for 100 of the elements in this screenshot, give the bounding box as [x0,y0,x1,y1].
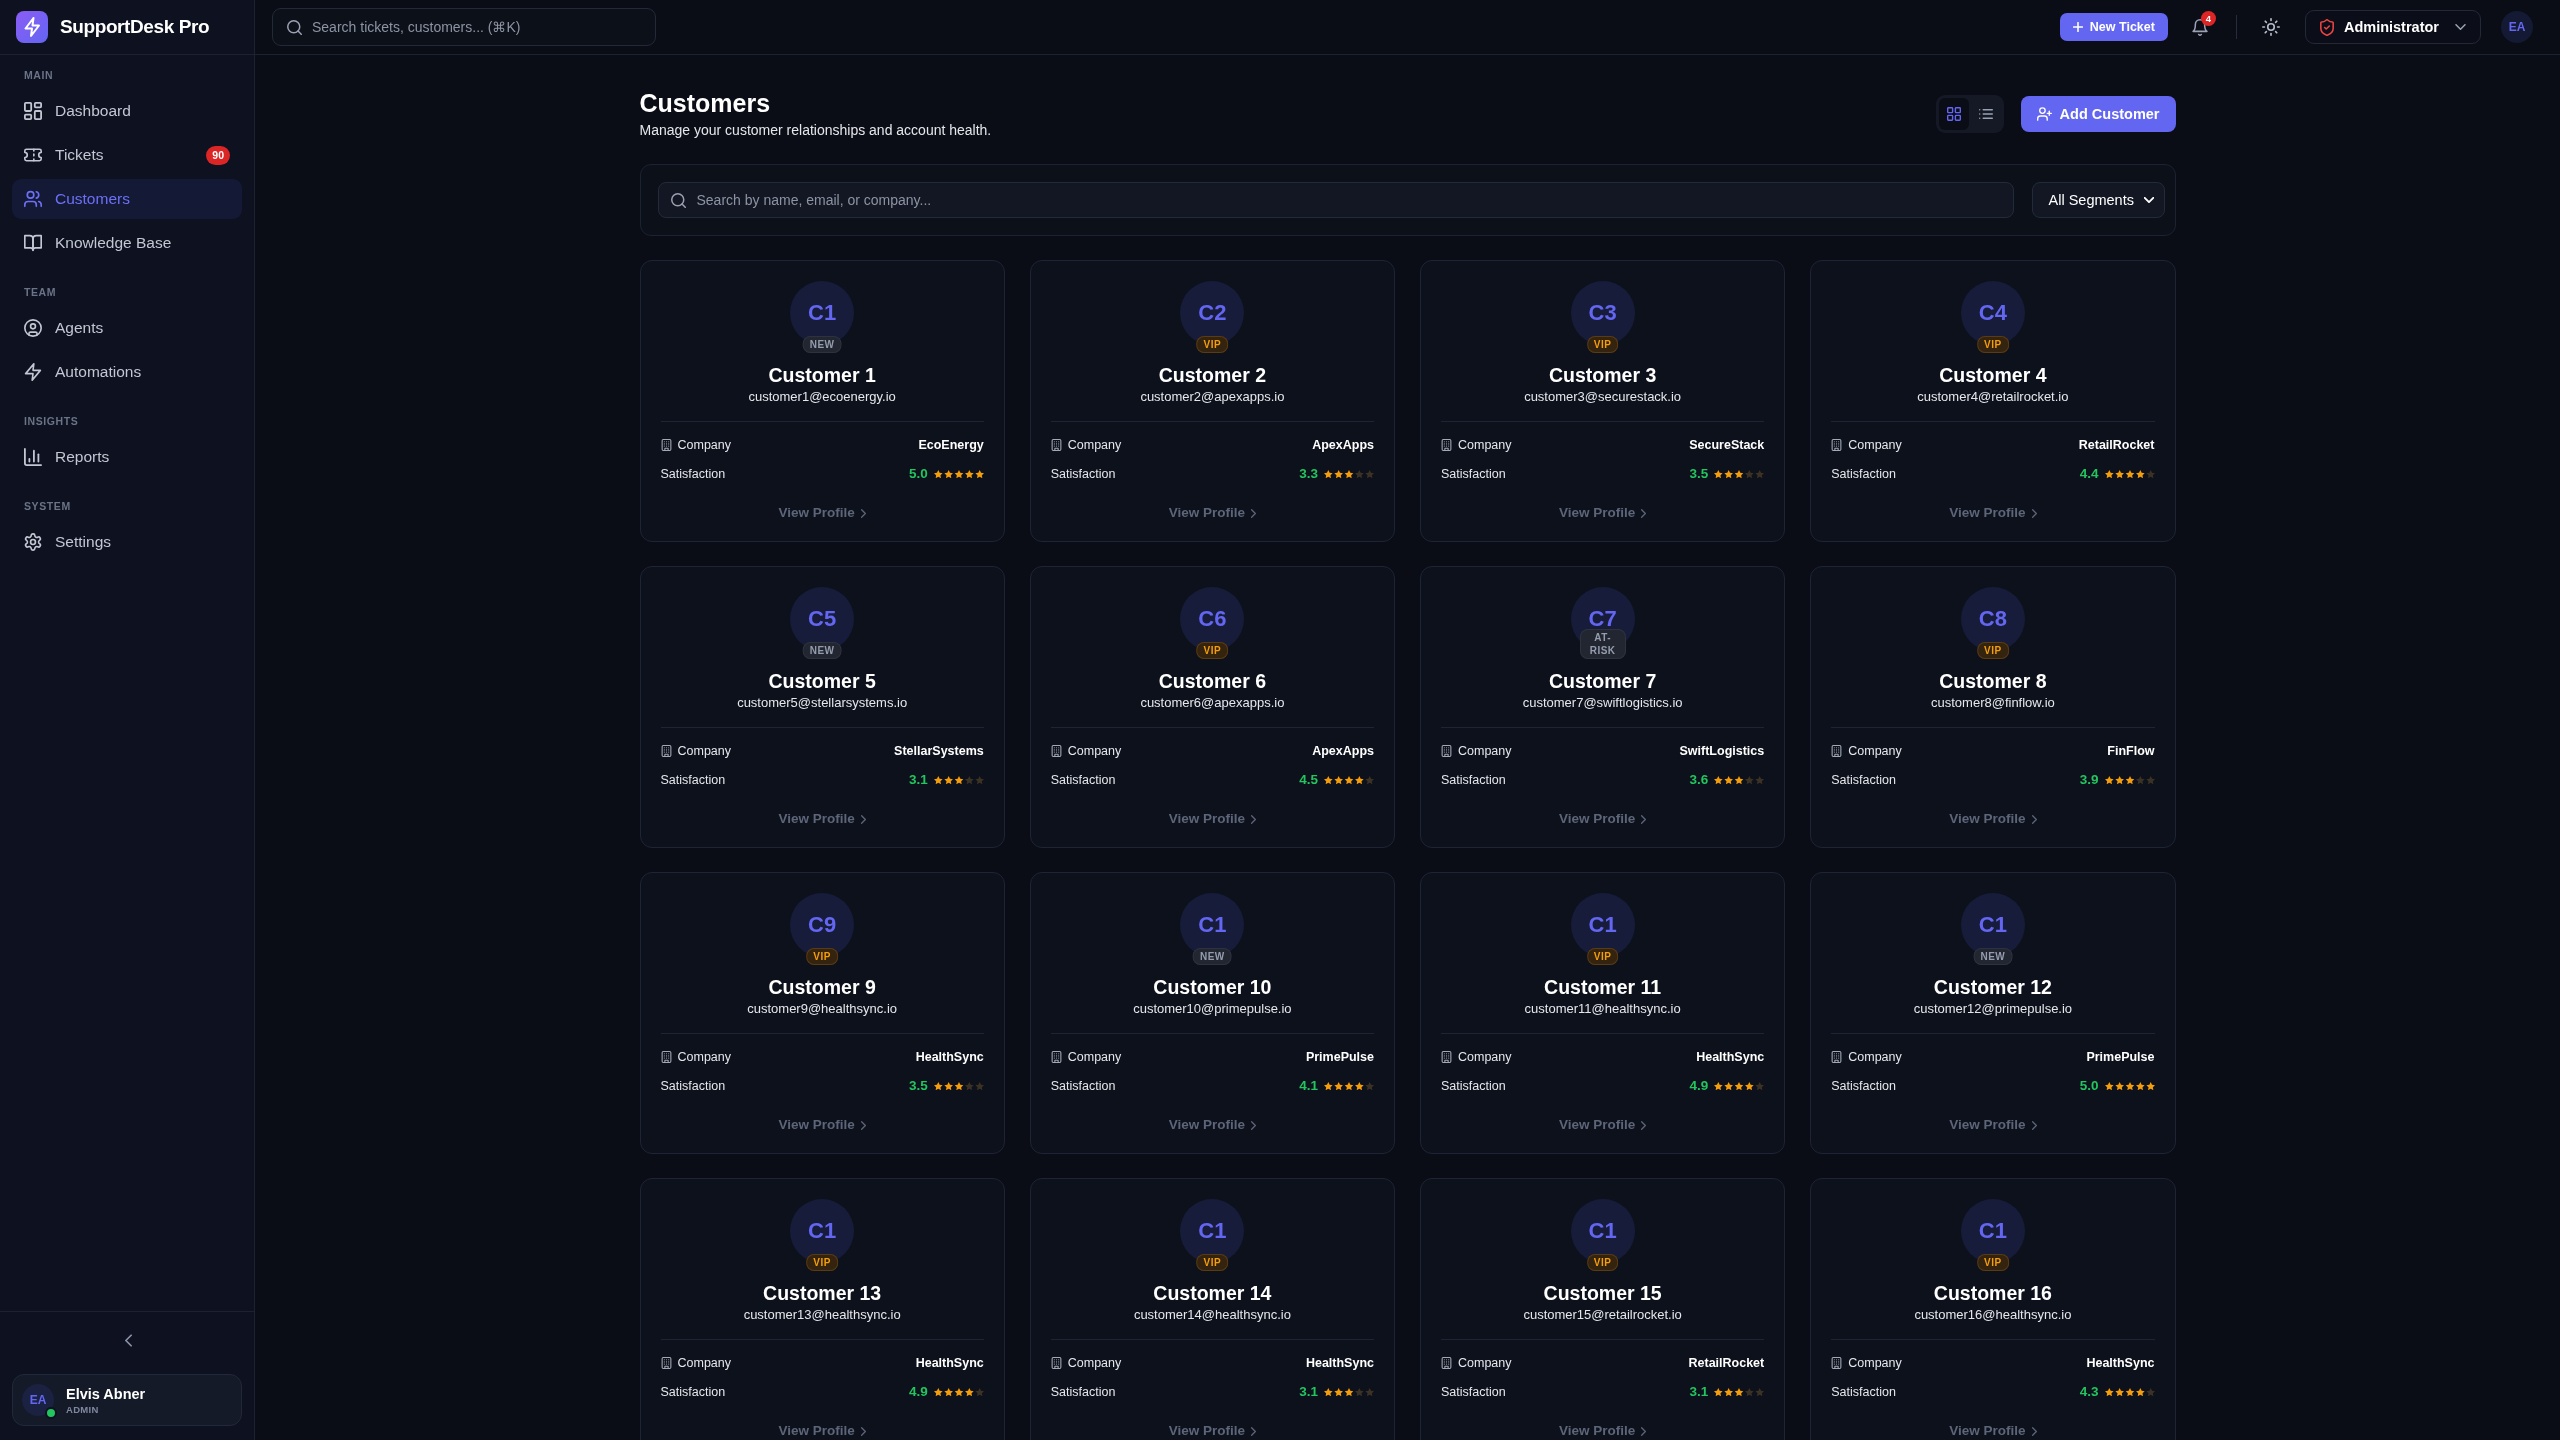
new-ticket-button[interactable]: New Ticket [2059,13,2168,41]
app-name: SupportDesk Pro [60,16,210,38]
nav-item[interactable]: Reports [12,437,242,477]
notifications-icon[interactable] [2191,18,2208,36]
nav-item[interactable]: Agents [12,308,242,348]
company-name: StellarSystems [894,743,984,760]
customer-email: customer12@primepulse.io [1913,1000,2073,1018]
view-profile-link[interactable]: View Profile [1168,810,1256,828]
search-icon [287,19,302,35]
view-profile-link[interactable]: View Profile [1949,1116,2037,1134]
nav-item[interactable]: Automations [12,352,242,392]
view-profile-link[interactable]: View Profile [1559,1422,1647,1440]
customer-email: customer3@securestack.io [1524,388,1682,406]
view-profile-link[interactable]: View Profile [1559,810,1647,828]
view-profile-link[interactable]: View Profile [1168,1422,1256,1440]
field-label: Company [1458,1355,1512,1372]
segment-badge: VIP [806,1254,838,1271]
company-name: HealthSync [915,1049,984,1066]
chevron-right-icon [2031,508,2037,518]
view-profile-link[interactable]: View Profile [1949,810,2037,828]
customer-name: Customer 7 [1549,669,1657,693]
segment-badge: VIP [1196,642,1229,659]
nav-item[interactable]: Knowledge Base [12,223,242,263]
segment-badge: VIP [1586,948,1619,965]
avatar-initials: C4 [1978,300,2007,326]
segment-badge: VIP [1586,1254,1619,1271]
rating-value: 4.9 [1689,1077,1709,1095]
avatar-initials: C1 [1978,912,2007,938]
grid-view-button[interactable] [1938,97,1969,130]
field-label: Company [1458,437,1512,454]
field-label: Satisfaction [660,1384,726,1401]
view-profile-link[interactable]: View Profile [1559,504,1647,522]
view-profile-link[interactable]: View Profile [1168,504,1256,522]
view-profile-link[interactable]: View Profile [778,504,866,522]
sun-icon[interactable] [2261,18,2280,36]
view-profile-link[interactable]: View Profile [778,810,866,828]
search-field[interactable]: Search tickets, customers... (⌘K) [272,8,656,46]
grid-icon [1946,106,1961,121]
nav-item[interactable]: Dashboard [12,91,242,131]
field-label: Satisfaction [660,772,726,789]
rating-value: 3.5 [1689,465,1709,483]
chevron-right-icon [1251,1120,1256,1130]
field-label: Satisfaction [1050,466,1116,483]
customer-name: Customer 12 [1933,975,2052,999]
avatar-initials: C1 [1198,912,1227,938]
field-label: Company [1848,1355,1902,1372]
customer-name: Customer 9 [768,975,876,999]
nav-item[interactable]: Tickets 90 [12,135,242,175]
view-profile-link[interactable]: View Profile [1949,504,2037,522]
customer-email: customer14@healthsync.io [1133,1306,1291,1324]
field-label: Company [1848,743,1902,760]
view-profile-link[interactable]: View Profile [778,1422,866,1440]
nav-item[interactable]: Customers [12,179,242,219]
segment-badge: VIP [1586,336,1619,353]
user-card[interactable]: EA Elvis Abner ADMIN [12,1374,242,1426]
nav-item[interactable]: Settings [12,522,242,562]
building-icon [1441,745,1452,757]
customer-email: customer10@primepulse.io [1133,1000,1292,1018]
building-icon [1050,439,1062,451]
field-label: Satisfaction [1831,1078,1896,1095]
company-name: PrimePulse [2086,1049,2155,1066]
customer-email: customer1@ecoenergy.io [748,388,896,406]
avatar-initials: C1 [808,1218,837,1244]
building-icon [1831,745,1843,757]
segment-badge: VIP [1196,336,1229,353]
customer-email: customer11@healthsync.io [1524,1000,1681,1018]
view-profile-link[interactable]: View Profile [778,1116,866,1134]
segment-badge: AT-RISK [1579,629,1626,659]
field-label: Satisfaction [1831,466,1896,483]
view-profile-link[interactable]: View Profile [1168,1116,1256,1134]
field-label: Satisfaction [1050,1078,1116,1095]
search-field[interactable]: Search by name, email, or company... [657,182,2014,218]
user-avatar[interactable]: EA [2501,11,2533,43]
section-label: TEAM [24,286,57,298]
customer-name: Customer 5 [768,669,876,693]
page-title: Customers [639,88,771,118]
chevron-right-icon [2031,814,2037,824]
view-profile-link[interactable]: View Profile [1559,1116,1647,1134]
field-label: Company [1848,437,1902,454]
field-label: Company [677,1049,731,1066]
logo-icon [16,11,48,43]
building-icon [1050,745,1062,757]
segment-badge: VIP [1977,642,2009,659]
segment-badge: VIP [1977,1254,2009,1271]
rating-value: 5.0 [2079,1077,2099,1095]
company-name: RetailRocket [2078,437,2155,454]
view-profile-link[interactable]: View Profile [1949,1422,2037,1440]
chevron-left-icon [124,1333,132,1347]
role-dropdown[interactable]: Administrator [2304,10,2481,44]
building-icon [1441,1051,1452,1063]
company-name: HealthSync [915,1355,984,1372]
segment-dropdown[interactable]: All Segments [2031,182,2165,218]
customer-email: customer6@apexapps.io [1140,694,1285,712]
segment-badge: VIP [806,948,838,965]
field-label: Satisfaction [1831,772,1896,789]
field-label: Satisfaction [1050,1384,1116,1401]
notification-badge: 4 [2200,10,2216,26]
add-customer-button[interactable]: Add Customer [2020,95,2176,132]
segment-badge: NEW [802,336,842,353]
chevron-right-icon [1641,1120,1647,1130]
